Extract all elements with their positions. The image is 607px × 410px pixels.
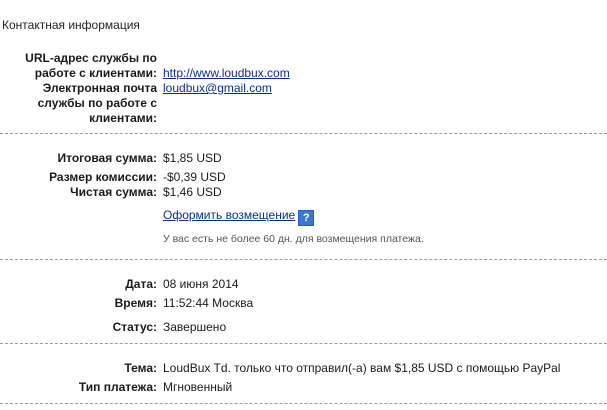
subject-value: LoudBux Td. только что отправил(-а) вам … bbox=[163, 361, 561, 375]
customer-service-url-label-line1: URL-адрес службы по bbox=[25, 51, 157, 65]
contact-section-title: Контактная информация bbox=[2, 18, 140, 32]
time-value: 11:52:44 Москва bbox=[163, 296, 254, 310]
refund-row: Оформить возмещение? bbox=[163, 208, 315, 226]
customer-service-email-link[interactable]: loudbux@gmail.com bbox=[163, 81, 272, 95]
date-value: 08 июня 2014 bbox=[163, 277, 239, 291]
customer-service-email-label-line3: клиентами: bbox=[89, 111, 157, 125]
customer-service-url-link[interactable]: http://www.loudbux.com bbox=[163, 66, 290, 80]
help-icon[interactable]: ? bbox=[298, 210, 315, 226]
date-label: Дата: bbox=[125, 277, 157, 291]
divider-contact bbox=[0, 133, 607, 134]
refund-note: У вас есть не более 60 дн. для возмещени… bbox=[163, 233, 424, 245]
net-amount-value: $1,46 USD bbox=[163, 185, 222, 199]
customer-service-url-label-line2: работе с клиентами: bbox=[34, 66, 157, 80]
time-label: Время: bbox=[114, 296, 157, 310]
status-label: Статус: bbox=[112, 320, 157, 334]
divider-bottom bbox=[0, 403, 607, 404]
net-amount-label: Чистая сумма: bbox=[70, 185, 157, 199]
payment-type-value: Мгновенный bbox=[163, 380, 233, 394]
payment-type-label: Тип платежа: bbox=[78, 380, 157, 394]
subject-label: Тема: bbox=[124, 361, 157, 375]
fee-amount-value: -$0,39 USD bbox=[163, 170, 226, 184]
total-amount-value: $1,85 USD bbox=[163, 151, 222, 165]
divider-details bbox=[0, 343, 607, 344]
fee-amount-label: Размер комиссии: bbox=[49, 170, 157, 184]
refund-link[interactable]: Оформить возмещение bbox=[163, 208, 295, 222]
divider-amounts bbox=[0, 259, 607, 260]
total-amount-label: Итоговая сумма: bbox=[57, 151, 157, 165]
status-value: Завершено bbox=[163, 320, 227, 334]
customer-service-email-label-line2: службы по работе с bbox=[37, 96, 157, 110]
customer-service-email-label-line1: Электронная почта bbox=[42, 81, 157, 95]
